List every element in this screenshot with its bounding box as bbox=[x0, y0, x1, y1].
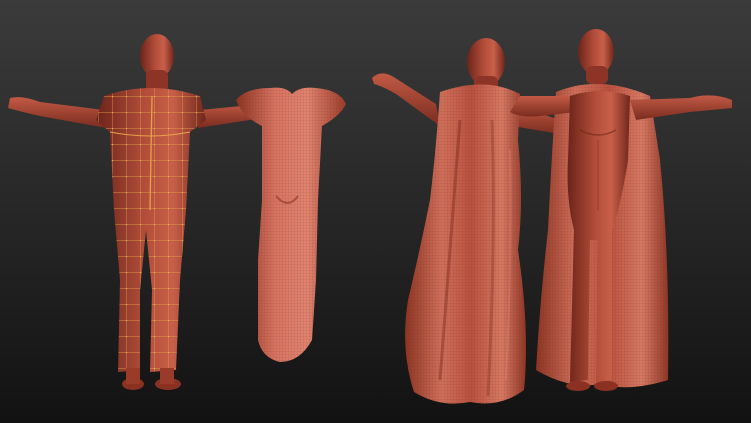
sculpt-viewport bbox=[0, 0, 751, 423]
figure-front-with-cape bbox=[510, 29, 732, 391]
cloth-tube-unwrapped bbox=[236, 87, 346, 362]
sculpt-render bbox=[8, 29, 732, 404]
figure-back-with-topology-cage bbox=[8, 34, 290, 390]
